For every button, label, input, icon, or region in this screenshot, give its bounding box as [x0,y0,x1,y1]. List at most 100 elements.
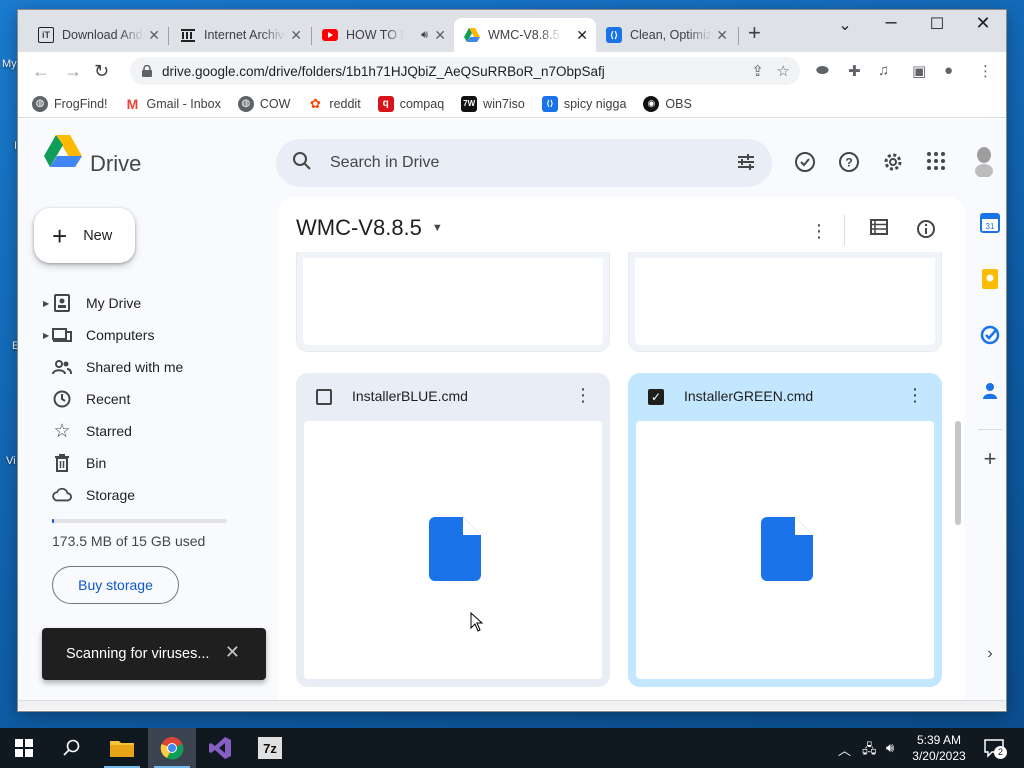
search-bar[interactable]: Search in Drive [276,139,772,187]
search-options-icon[interactable] [736,152,756,175]
more-actions-icon[interactable]: ⋮ [810,221,828,242]
file-card-selected[interactable]: ✓ InstallerGREEN.cmd ⋮ [628,373,942,687]
drive-brand[interactable]: Drive [90,151,141,177]
bookmark-cow[interactable]: ◍ COW [237,95,290,112]
minimize-button[interactable]: – [868,11,914,34]
offline-ready-icon[interactable] [794,151,816,179]
maximize-button[interactable]: ☐ [914,14,960,34]
start-button[interactable] [0,728,48,768]
bookmark-spicy[interactable]: ⟨⟩ spicy nigga [541,95,626,112]
tab-download[interactable]: iT Download And ✕ [28,18,168,52]
storage-quota-text: 173.5 MB of 15 GB used [52,533,206,549]
side-panel-icon[interactable]: ▣ [912,62,926,80]
sidebar-item-storage[interactable]: Storage [18,479,268,511]
7zip-icon[interactable]: 7z [246,728,294,768]
close-tab-icon[interactable]: ✕ [716,27,728,44]
chevron-right-icon[interactable]: › [980,645,1000,665]
bookmark-obs[interactable]: ◉ OBS [643,95,692,112]
bookmark-reddit[interactable]: ✿ reddit [307,96,361,112]
network-icon[interactable]: 🖧︎ [862,740,877,762]
horizontal-scrollbar[interactable] [18,700,1006,710]
file-thumbnail[interactable] [636,421,934,679]
contacts-icon[interactable] [980,381,1000,401]
lock-icon[interactable] [142,64,152,77]
close-window-button[interactable]: ✕ [960,13,1006,34]
file-checkbox-checked[interactable]: ✓ [648,389,664,405]
sidebar-item-recent[interactable]: Recent [18,383,268,415]
bookmark-frogfind[interactable]: ◍ FrogFind! [32,95,108,112]
sidebar-item-shared[interactable]: Shared with me [18,351,268,383]
volume-icon[interactable]: 🔊︎ [886,740,894,756]
search-input[interactable]: Search in Drive [330,154,439,172]
keep-icon[interactable] [980,269,1000,289]
more-vert-icon[interactable]: ⋮ [574,385,592,406]
visual-studio-icon[interactable] [196,728,244,768]
account-avatar[interactable] [970,145,998,183]
reload-icon[interactable]: ↻ [94,61,109,82]
back-icon[interactable]: ← [32,61,50,82]
extensions-puzzle-icon[interactable]: ✚ [848,62,861,80]
list-view-icon[interactable] [870,219,888,240]
new-button[interactable]: + New [34,208,135,263]
bookmark-compaq[interactable]: q compaq [377,95,444,112]
new-tab-button[interactable]: + [748,22,761,44]
system-clock[interactable]: 5:39 AM 3/20/2023 [906,732,972,764]
file-card[interactable]: InstallerBLUE.cmd ⋮ [296,373,610,687]
desktop-icon-label[interactable]: My [2,58,17,70]
bookmark-label: OBS [665,96,692,111]
tray-chevron-up-icon[interactable]: ︿ [838,740,851,759]
close-tab-icon[interactable]: ✕ [576,27,588,44]
share-icon[interactable]: ⇪ [751,62,764,80]
address-bar[interactable]: drive.google.com/drive/folders/1b1h71HJQ… [130,57,800,85]
calendar-icon[interactable]: 31 [980,213,1000,233]
file-card-partial[interactable] [296,252,610,352]
file-checkbox[interactable] [316,389,332,405]
add-addon-icon[interactable]: + [980,448,1000,470]
drive-icon [464,27,480,43]
desktop-icon-label[interactable]: Vi [6,455,16,467]
bookmark-win7iso[interactable]: 7W win7iso [461,95,525,112]
tasks-icon[interactable] [980,325,1000,345]
help-icon[interactable]: ? [838,151,860,179]
more-vert-icon[interactable]: ⋮ [906,385,924,406]
expand-arrow-icon[interactable]: ▶ [43,299,49,308]
speaker-icon[interactable]: 🔊︎ [421,29,428,42]
tab-clean-optimize[interactable]: ⟨⟩ Clean, Optimiz ✕ [596,18,736,52]
sidebar-item-bin[interactable]: Bin [18,447,268,479]
star-bookmark-icon[interactable]: ☆ [777,62,790,80]
desktop-icon-label[interactable]: I [14,140,17,152]
details-info-icon[interactable] [916,219,936,244]
bookmark-gmail[interactable]: M Gmail - Inbox [125,96,221,112]
extension-icon[interactable]: ⬬ [816,62,829,79]
sidebar-item-starred[interactable]: ☆ Starred [18,415,268,447]
file-card-partial[interactable] [628,252,942,352]
media-controls-icon[interactable]: ♫ [878,62,889,79]
notification-center-icon[interactable]: 2 [984,738,1007,761]
chrome-taskbar-icon[interactable] [148,728,196,768]
expand-arrow-icon[interactable]: ▶ [43,331,49,340]
tab-youtube[interactable]: HOW TO F 🔊︎ ✕ [312,18,454,52]
close-tab-icon[interactable]: ✕ [434,27,446,44]
settings-gear-icon[interactable] [882,151,904,179]
search-icon[interactable] [292,151,312,174]
close-icon[interactable]: ✕ [225,642,240,663]
vertical-scrollbar[interactable] [955,421,961,525]
tab-internet-archive[interactable]: Internet Archive ✕ [170,18,310,52]
buy-storage-button[interactable]: Buy storage [52,566,179,604]
drive-logo-icon[interactable] [44,135,82,170]
tab-drive-active[interactable]: WMC-V8.8.5 - ✕ [454,18,596,52]
forward-icon[interactable]: → [64,61,82,82]
file-thumbnail[interactable] [304,421,602,679]
close-tab-icon[interactable]: ✕ [290,27,302,44]
sidebar-item-my-drive[interactable]: ▶ My Drive [18,287,268,319]
folder-title-dropdown[interactable]: WMC-V8.8.5 ▼ [296,215,443,241]
profile-avatar[interactable]: ● [944,62,953,79]
search-icon[interactable] [48,728,96,768]
chrome-menu-icon[interactable]: ⋮ [978,62,993,80]
close-tab-icon[interactable]: ✕ [148,27,160,44]
file-explorer-icon[interactable] [98,728,146,768]
apps-grid-icon[interactable] [926,151,946,177]
mouse-cursor-icon [470,611,484,635]
tab-search-icon[interactable]: ⌄ [822,15,868,35]
sidebar-item-computers[interactable]: ▶ Computers [18,319,268,351]
